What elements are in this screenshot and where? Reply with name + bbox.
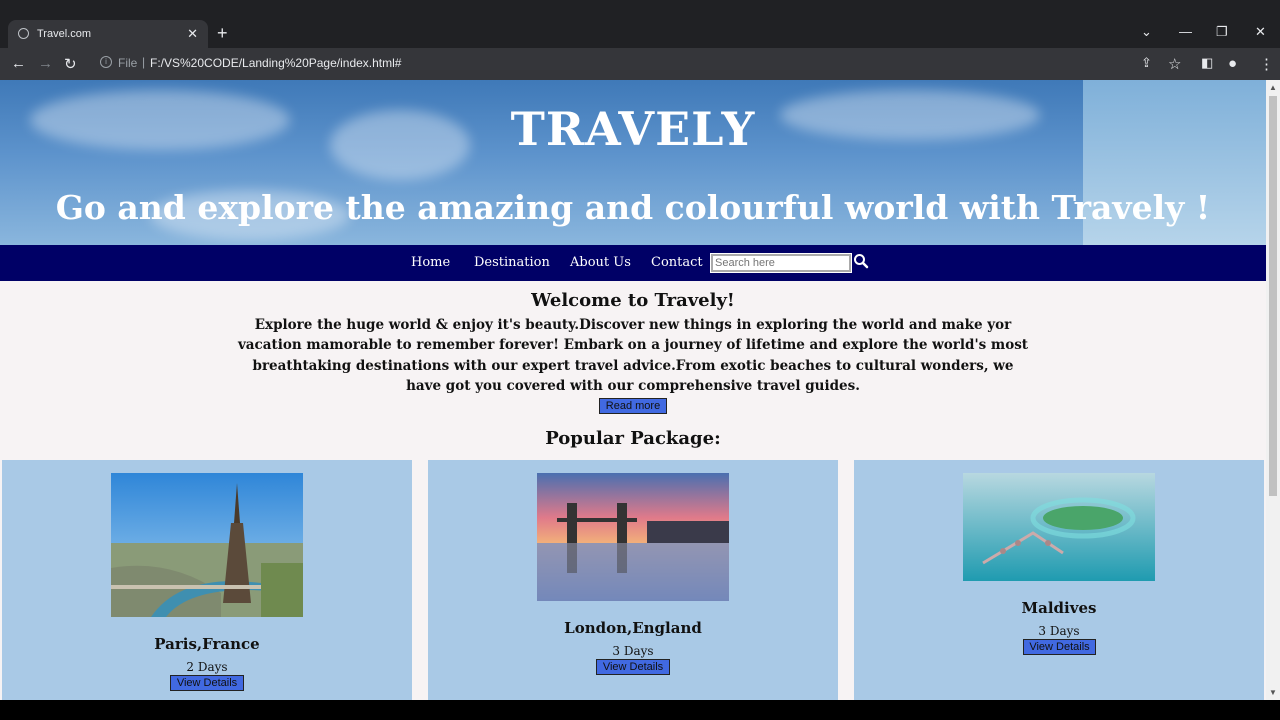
package-name: London,England: [564, 619, 702, 637]
package-card-paris: Paris,France 2 Days View Details: [2, 460, 412, 700]
web-page: TRAVELY Go and explore the amazing and c…: [0, 80, 1266, 700]
package-duration: 3 Days: [1038, 624, 1080, 638]
browser-window: Travel.com ✕ + ⌄ — ❐ ✕ ← → ↻ i File | F:…: [0, 0, 1280, 720]
close-tab-icon[interactable]: ✕: [187, 26, 198, 42]
url-separator: |: [142, 55, 146, 69]
package-duration: 2 Days: [186, 660, 228, 674]
close-window-icon[interactable]: ✕: [1255, 24, 1266, 40]
back-icon[interactable]: ←: [11, 55, 26, 72]
globe-icon: [18, 28, 29, 39]
reload-icon[interactable]: ↻: [64, 55, 77, 73]
browser-tab[interactable]: Travel.com ✕: [8, 20, 208, 48]
hero-tagline: Go and explore the amazing and colourful…: [55, 188, 1211, 227]
new-tab-button[interactable]: +: [217, 23, 228, 44]
info-icon[interactable]: i: [100, 56, 112, 68]
tab-strip: Travel.com ✕ + ⌄ — ❐ ✕: [0, 20, 1280, 48]
browser-toolbar: ← → ↻ i File | F:/VS%20CODE/Landing%20Pa…: [0, 48, 1280, 80]
search-input[interactable]: [710, 253, 852, 273]
hero-banner: TRAVELY Go and explore the amazing and c…: [0, 80, 1266, 245]
view-details-button[interactable]: View Details: [596, 659, 670, 675]
paris-photo[interactable]: [111, 473, 303, 617]
profile-icon[interactable]: ●: [1228, 55, 1237, 72]
scroll-down-icon[interactable]: ▼: [1269, 688, 1277, 697]
minimize-icon[interactable]: —: [1179, 24, 1192, 39]
maldives-photo[interactable]: [963, 473, 1155, 581]
package-name: Maldives: [1021, 599, 1097, 617]
nav-destination[interactable]: Destination: [474, 255, 550, 270]
bookmark-star-icon[interactable]: ☆: [1168, 55, 1181, 73]
side-panel-icon[interactable]: ◧: [1201, 55, 1213, 71]
package-card-maldives: Maldives 3 Days View Details: [854, 460, 1264, 700]
nav-contact[interactable]: Contact: [651, 255, 703, 270]
package-card-london: London,England 3 Days View Details: [428, 460, 838, 700]
tab-search-icon[interactable]: ⌄: [1141, 24, 1152, 40]
main-nav: Home Destination About Us Contact: [0, 245, 1266, 281]
maximize-icon[interactable]: ❐: [1216, 24, 1228, 40]
address-bar[interactable]: i File | F:/VS%20CODE/Landing%20Page/ind…: [90, 51, 1195, 77]
forward-icon[interactable]: →: [38, 55, 53, 72]
site-brand: TRAVELY: [510, 102, 756, 156]
london-photo[interactable]: [537, 473, 729, 601]
welcome-heading: Welcome to Travely!: [531, 290, 735, 311]
scroll-up-icon[interactable]: ▲: [1269, 83, 1277, 92]
url-scheme-label: File: [118, 56, 138, 70]
popular-heading: Popular Package:: [545, 428, 721, 449]
view-details-button[interactable]: View Details: [170, 675, 244, 691]
package-duration: 3 Days: [612, 644, 654, 658]
package-name: Paris,France: [154, 635, 260, 653]
read-more-button[interactable]: Read more: [599, 398, 667, 414]
menu-icon[interactable]: ⋮: [1259, 55, 1274, 73]
bottom-edge: [0, 700, 1280, 720]
nav-about-us[interactable]: About Us: [570, 255, 631, 270]
welcome-text: Explore the huge world & enjoy it's beau…: [237, 317, 1029, 394]
share-icon[interactable]: ⇪: [1141, 55, 1152, 71]
tab-title: Travel.com: [37, 28, 91, 40]
nav-home[interactable]: Home: [411, 255, 450, 270]
page-scrollbar[interactable]: ▲ ▼: [1266, 80, 1280, 700]
url-text[interactable]: F:/VS%20CODE/Landing%20Page/index.html#: [150, 56, 401, 70]
scrollbar-thumb[interactable]: [1269, 96, 1277, 496]
search-icon[interactable]: [853, 253, 869, 269]
view-details-button[interactable]: View Details: [1023, 639, 1096, 655]
